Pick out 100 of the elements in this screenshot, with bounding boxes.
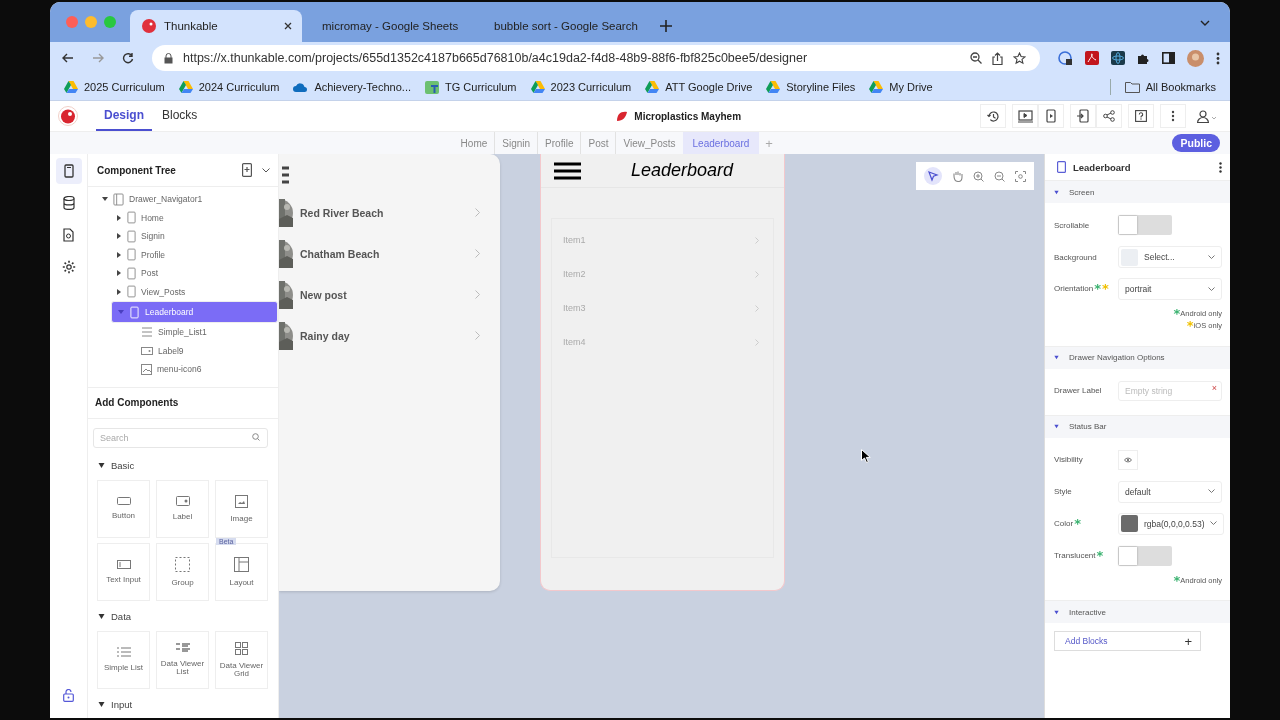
screen-tab[interactable]: Leaderboard — [682, 132, 760, 154]
bookmark[interactable]: 2025 Curriculum — [64, 81, 165, 93]
component-tile[interactable]: Data Viewer Grid — [215, 630, 268, 689]
help-button[interactable] — [1128, 104, 1154, 128]
browser-tab[interactable]: micromay - Google Sheets — [302, 10, 474, 42]
tree-item[interactable]: Simple_List1 — [125, 323, 278, 342]
eye-icon — [1124, 456, 1132, 463]
toggle-switch[interactable] — [1118, 215, 1172, 235]
screen-title: Leaderboard — [631, 160, 734, 181]
tree-item[interactable]: Drawer_Navigator1 — [97, 190, 278, 209]
share-button[interactable] — [1096, 104, 1122, 128]
tree-item[interactable]: Post — [111, 264, 278, 283]
clear-button[interactable]: × — [1211, 384, 1217, 394]
color-dropdown[interactable]: Select... — [1118, 246, 1222, 268]
item-title: Item4 — [563, 337, 586, 347]
section-header[interactable]: Drawer Navigation Options — [1045, 345, 1230, 369]
color-dropdown[interactable]: rgba(0,0,0,0.53) — [1118, 512, 1225, 535]
caret-icon[interactable] — [116, 251, 122, 258]
section-header[interactable]: Data — [88, 604, 278, 629]
bookmark[interactable]: 2024 Curriculum — [178, 81, 280, 93]
back-icon[interactable] — [62, 52, 74, 64]
screens-button[interactable] — [55, 158, 82, 184]
bookmark-folder[interactable]: All Bookmarks — [1124, 81, 1216, 93]
add-phone-icon[interactable] — [242, 163, 252, 177]
export-button[interactable] — [1070, 104, 1096, 128]
component-tile[interactable]: Group — [156, 542, 209, 601]
preview-button[interactable] — [1012, 104, 1038, 128]
property-label: Orientation — [1054, 283, 1094, 293]
public-button[interactable]: Public — [1172, 134, 1220, 152]
device-preview-button[interactable] — [1038, 104, 1064, 128]
property-label: Visibility — [1054, 455, 1083, 465]
fit-screen-icon[interactable] — [1015, 170, 1026, 182]
more-icon[interactable] — [1219, 161, 1222, 173]
footnote-mark: * — [1094, 283, 1101, 295]
bookmark[interactable]: ATT Google Drive — [645, 81, 753, 93]
tree-item[interactable]: Label9 — [125, 341, 278, 360]
share-icon[interactable] — [992, 51, 1003, 65]
add-blocks-button[interactable]: Add Blocks + — [1054, 631, 1201, 652]
visibility-button[interactable] — [1118, 449, 1138, 470]
bookmark[interactable]: 2023 Curriculum — [530, 81, 632, 93]
extension-icon[interactable] — [1058, 50, 1073, 66]
history-button[interactable] — [980, 104, 1006, 128]
address-bar[interactable]: https://x.thunkable.com/projects/655d1352c4187b665d76810b/a4c19da2-f4d8-48b9-88f6-fbf825c0bee5/designer — [152, 45, 1040, 71]
caret-icon[interactable] — [102, 196, 108, 203]
tree-item[interactable]: Signin — [111, 227, 278, 246]
browser-tab[interactable]: Thunkable — [130, 10, 302, 42]
pdf-icon[interactable] — [1085, 51, 1099, 65]
close-tab-icon[interactable] — [284, 22, 292, 30]
component-tile[interactable]: Text Input — [97, 542, 150, 601]
property-label: Translucent — [1054, 550, 1096, 560]
hand-icon[interactable] — [952, 170, 963, 182]
component-tile[interactable]: Label — [156, 479, 209, 538]
bookmark[interactable]: My Drive — [869, 81, 933, 93]
zoom-in-icon[interactable] — [973, 170, 984, 182]
section-header[interactable]: Interactive — [1045, 600, 1230, 624]
section-header[interactable]: Status Bar — [1045, 414, 1230, 438]
component-tile[interactable]: Image — [215, 479, 268, 538]
chevron-right-icon — [475, 208, 480, 217]
caret-icon[interactable] — [116, 288, 122, 295]
caret-icon[interactable] — [116, 214, 122, 221]
download-phone-icon — [1077, 109, 1089, 123]
dropdown[interactable]: default — [1118, 480, 1222, 503]
chevron-down-icon[interactable] — [262, 167, 270, 173]
app-logo-icon[interactable] — [58, 106, 78, 126]
section-header[interactable]: Basic — [88, 453, 278, 478]
zoom-out-icon[interactable] — [970, 52, 982, 64]
star-icon[interactable] — [1013, 51, 1026, 65]
browser-tab[interactable]: bubble sort - Google Search — [474, 10, 646, 42]
reload-icon[interactable] — [122, 52, 134, 64]
list-icon — [141, 327, 153, 338]
bookmark[interactable]: TG Curriculum — [425, 80, 517, 94]
pointer-icon[interactable] — [924, 167, 942, 185]
property-label: Scrollable — [1054, 220, 1090, 230]
atom-icon[interactable] — [1111, 51, 1125, 65]
tree-item[interactable]: Profile — [111, 245, 278, 264]
caret-icon[interactable] — [116, 270, 122, 277]
side-panel-icon[interactable] — [1162, 52, 1175, 64]
phone-icon — [1057, 161, 1066, 173]
component-tile[interactable]: Data Viewer List — [156, 630, 209, 689]
mode-tab[interactable]: Blocks — [154, 101, 206, 131]
bookmark[interactable]: Storyline Files — [766, 81, 856, 93]
tree-item[interactable]: View_Posts — [111, 282, 278, 301]
toggle-switch[interactable] — [1118, 545, 1172, 566]
new-tab-icon[interactable] — [660, 20, 672, 32]
tree-item[interactable]: menu-icon6 — [125, 360, 278, 379]
section-header[interactable]: Input — [88, 692, 278, 717]
footnote-mark: * — [1074, 518, 1081, 529]
more-icon[interactable] — [1216, 51, 1220, 65]
screen-tab[interactable]: Home — [453, 132, 495, 154]
component-tile[interactable]: Simple List — [97, 630, 150, 689]
search-field[interactable]: Search — [93, 427, 268, 448]
caret-icon[interactable] — [116, 233, 122, 240]
tree-item[interactable]: Leaderboard — [111, 301, 278, 323]
bookmark[interactable]: Achievery-Techno... — [293, 81, 411, 93]
tree-item[interactable]: Home — [111, 208, 278, 227]
dropdown[interactable]: portrait — [1118, 278, 1222, 300]
chevron-down-icon[interactable] — [1200, 20, 1210, 26]
component-tile[interactable]: Button — [97, 479, 150, 538]
section-header[interactable]: Screen — [1045, 180, 1230, 203]
tg-icon — [425, 80, 439, 94]
